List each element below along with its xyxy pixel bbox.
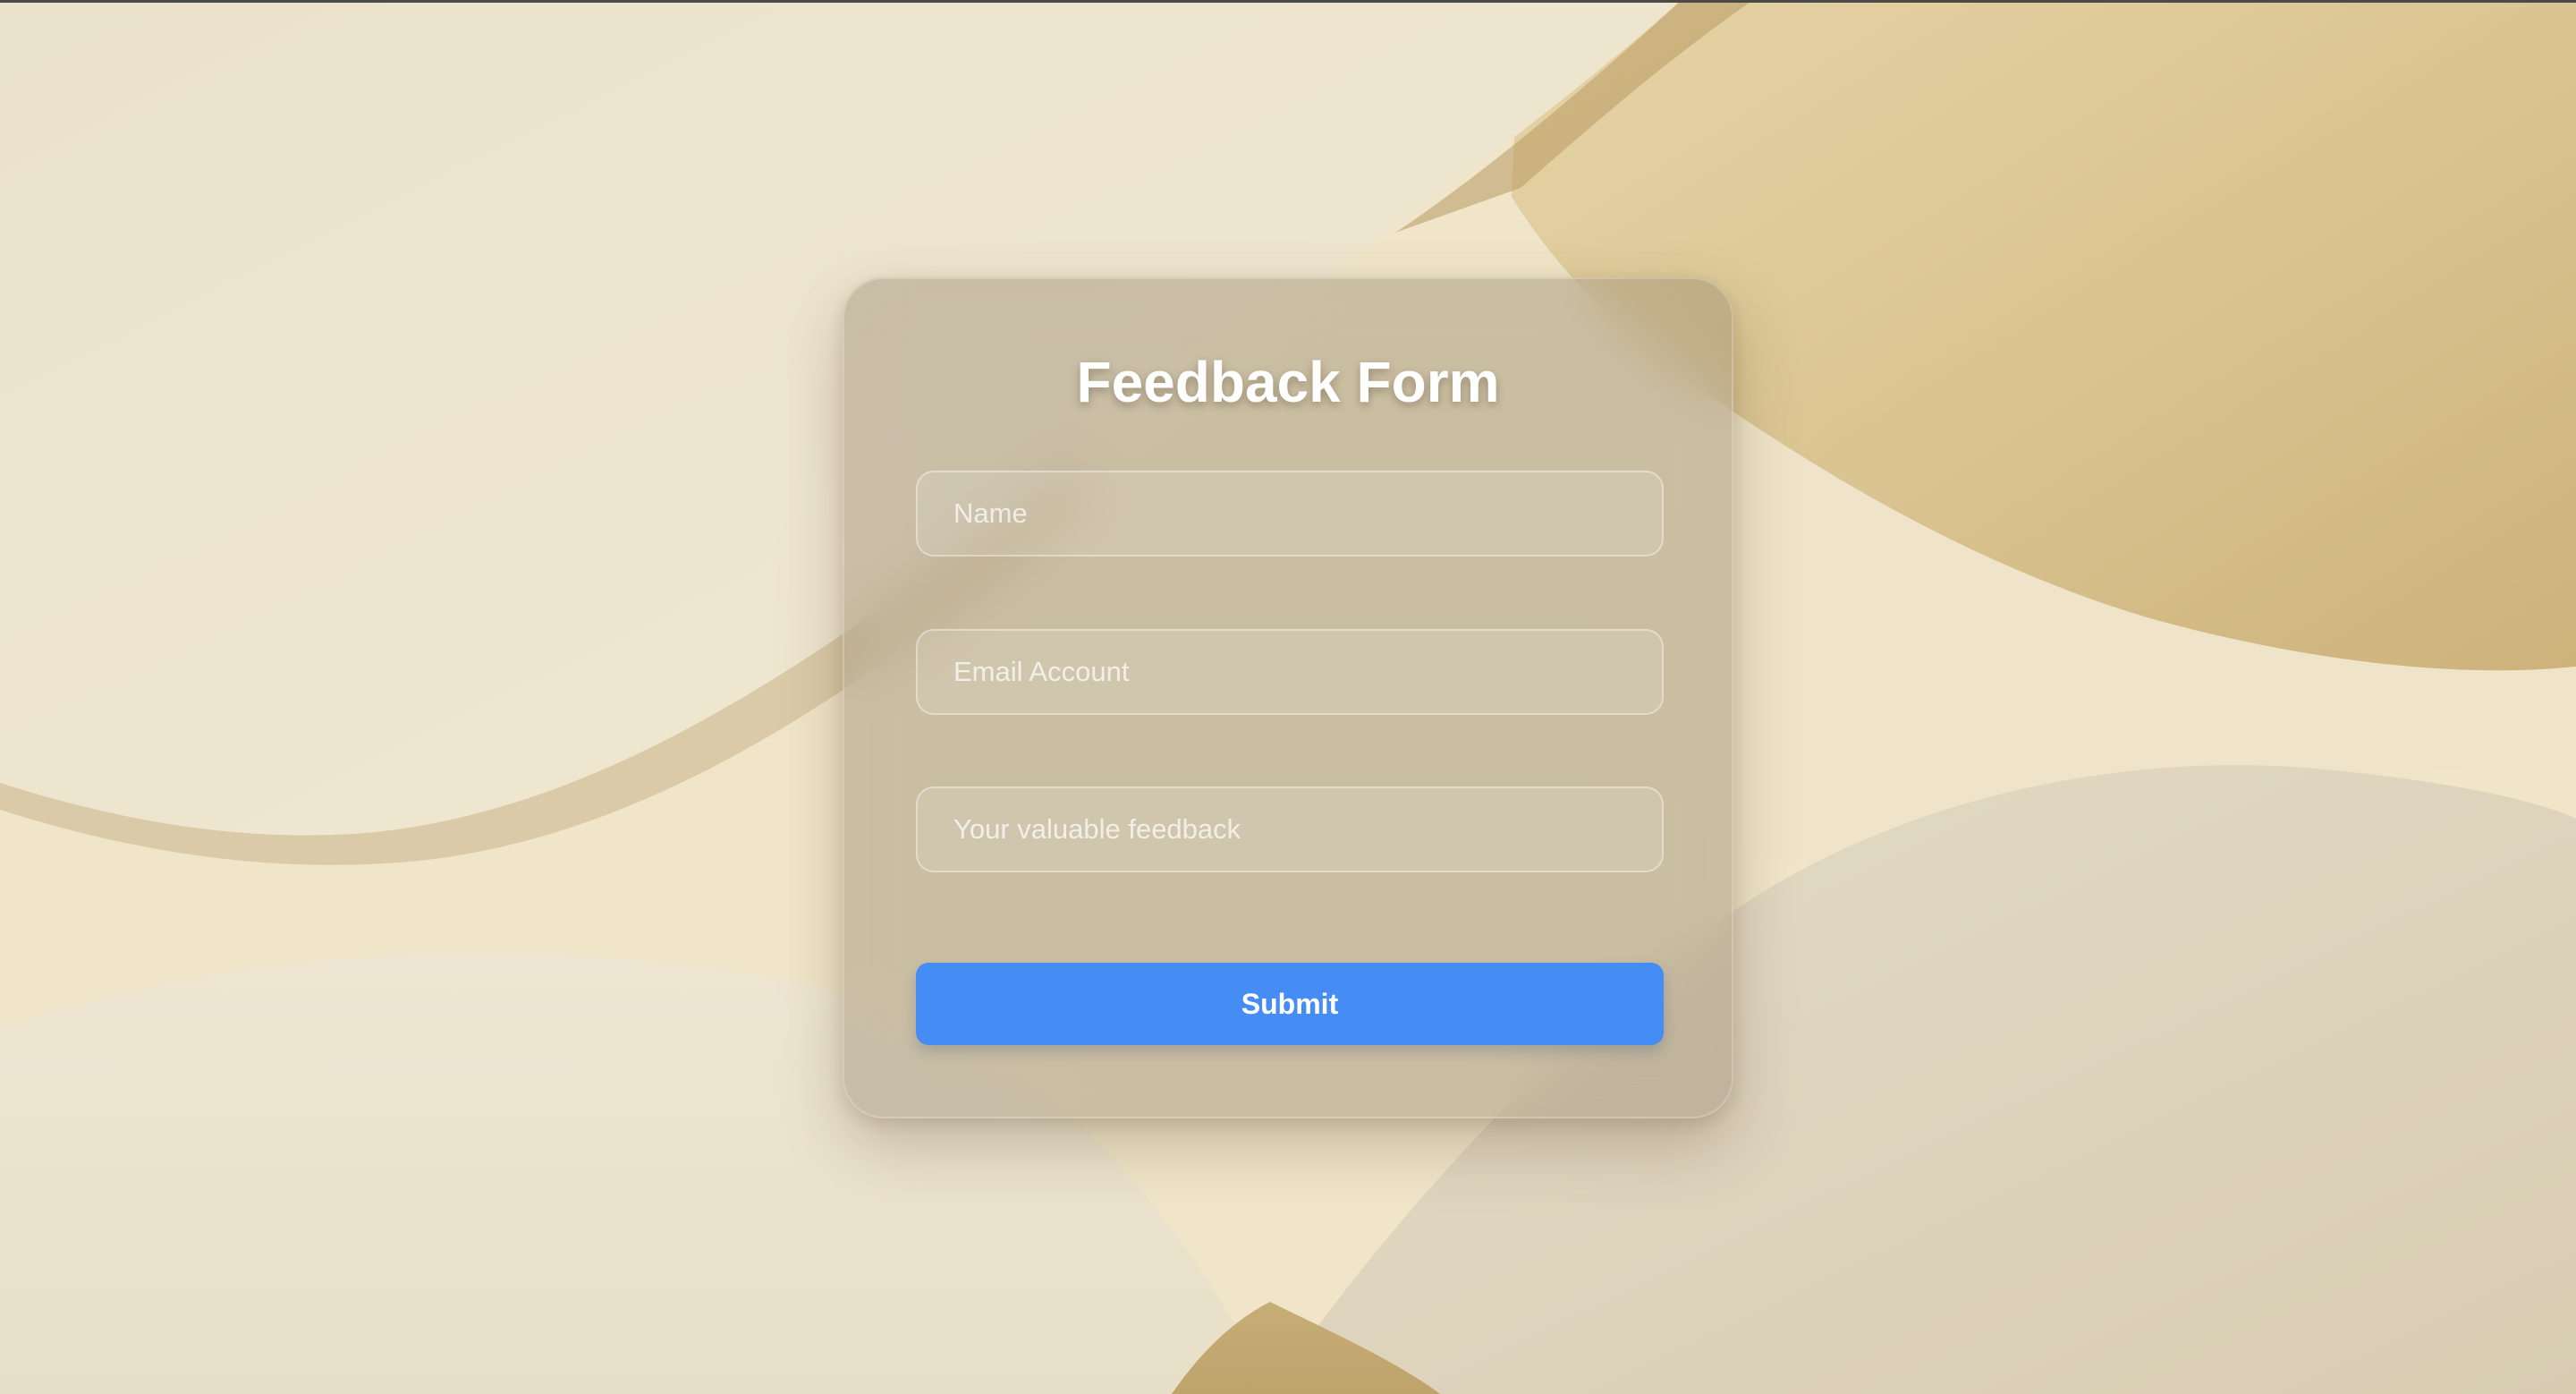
name-input[interactable] bbox=[916, 471, 1664, 557]
feedback-form-card: Feedback Form Submit bbox=[843, 277, 1733, 1118]
email-input[interactable] bbox=[916, 629, 1664, 715]
submit-button[interactable]: Submit bbox=[916, 963, 1664, 1045]
form-title: Feedback Form bbox=[1076, 350, 1500, 414]
feedback-input[interactable] bbox=[916, 786, 1664, 872]
top-border bbox=[0, 0, 2576, 3]
page-background: Feedback Form Submit bbox=[0, 0, 2576, 1394]
